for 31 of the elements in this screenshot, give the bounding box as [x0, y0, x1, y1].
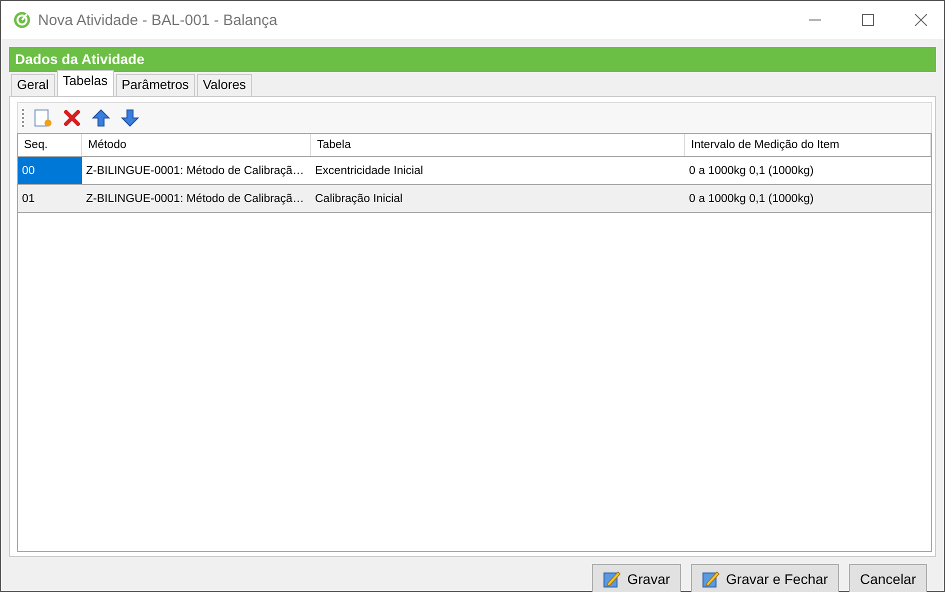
section-header: Dados da Atividade [9, 47, 936, 72]
minimize-icon[interactable] [809, 19, 821, 21]
delete-icon[interactable] [62, 108, 82, 128]
pencil-document-icon [603, 570, 622, 588]
tab[interactable]: Valores [196, 74, 252, 96]
maximize-icon[interactable] [862, 14, 874, 26]
close-icon[interactable] [915, 14, 927, 26]
arrow-down-icon[interactable] [120, 108, 140, 128]
button[interactable]: Gravar e Fechar [691, 564, 839, 592]
table-cell-text: Z-BILINGUE-0001: Método de Calibraçã… [85, 164, 305, 178]
button[interactable]: Cancelar [848, 564, 927, 592]
window-title: Nova Atividade - BAL-001 - Balança [38, 12, 278, 28]
table-cell-text: 0 a 1000kg 0,1 (1000kg) [688, 192, 815, 206]
table-cell-text: Z-BILINGUE-0001: Método de Calibraçã… [85, 192, 305, 206]
pencil-document-icon [702, 570, 720, 588]
table-cell: 00 [18, 157, 82, 184]
tab[interactable]: Parâmetros [116, 74, 195, 96]
column-header[interactable]: Método [82, 134, 311, 156]
arrow-up-icon[interactable] [91, 108, 111, 128]
column-header[interactable]: Seq. [18, 134, 82, 156]
table-cell-text: Excentricidade Inicial [314, 164, 424, 178]
app-logo-icon [13, 11, 31, 29]
table-cell-text: 0 a 1000kg 0,1 (1000kg) [688, 164, 815, 178]
button[interactable]: Gravar [592, 564, 682, 592]
tab[interactable]: Tabelas [56, 70, 114, 96]
new-document-icon[interactable] [33, 108, 53, 128]
table-cell-text: Calibração Inicial [314, 192, 404, 206]
column-header[interactable]: Intervalo de Medição do Item [685, 134, 931, 156]
column-header[interactable]: Tabela [311, 134, 685, 156]
table-cell-text: 01 [21, 192, 36, 206]
tab[interactable]: Geral [11, 74, 55, 96]
